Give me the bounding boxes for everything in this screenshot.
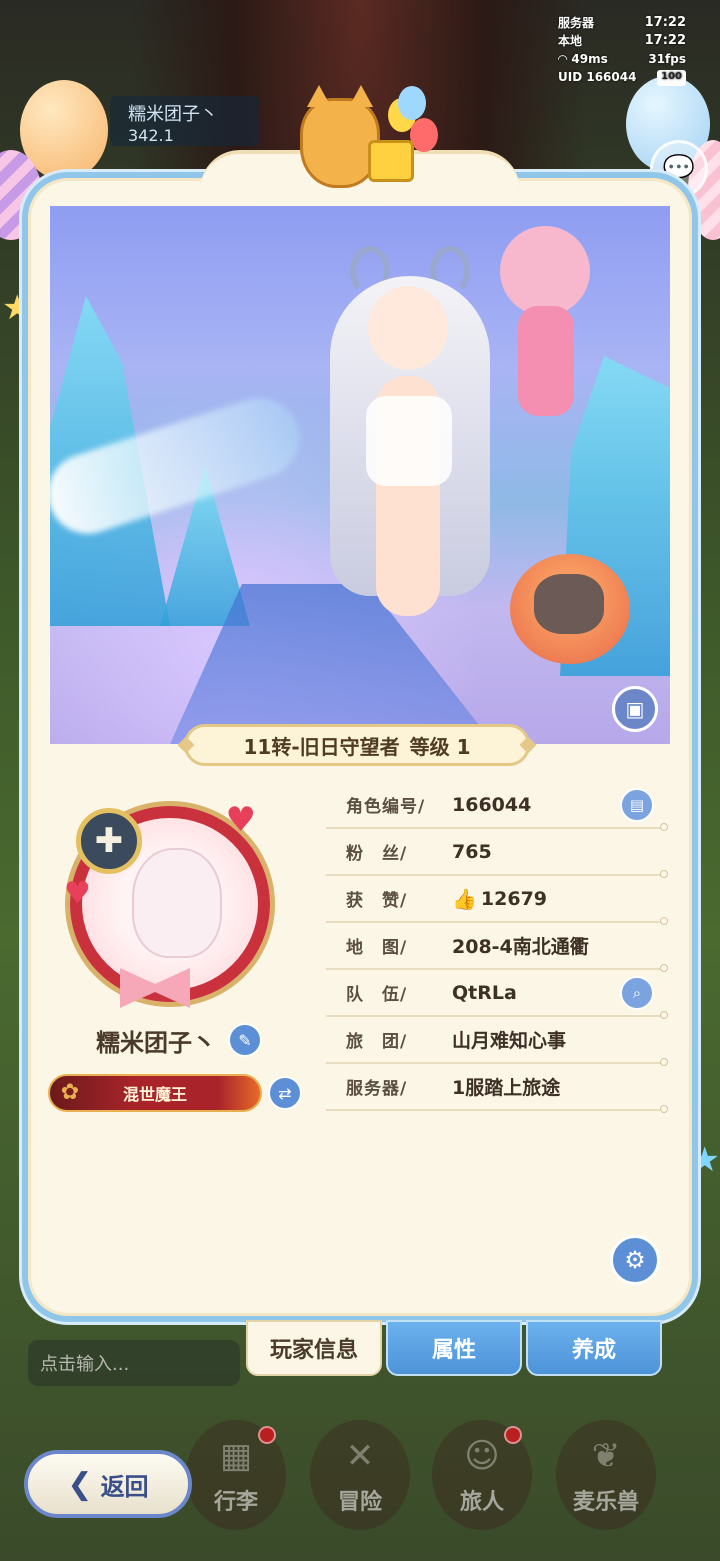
player-info-list: 角色编号/ 166044 ▤ 粉 丝/ 765 获 赞/ 👍 12679 地 图/… bbox=[326, 782, 668, 1113]
copy-icon: ▤ bbox=[629, 796, 645, 814]
heart-icon: ♥ bbox=[225, 800, 256, 840]
pencil-icon: ✎ bbox=[238, 1030, 252, 1050]
nav-item-pets[interactable]: ❦ 麦乐兽 bbox=[556, 1420, 656, 1530]
server-time: 17:22 bbox=[644, 15, 686, 30]
traveler-icon: ☺ bbox=[464, 1436, 500, 1476]
chat-input[interactable]: 点击输入... bbox=[28, 1340, 240, 1386]
mascot-decoration bbox=[270, 78, 440, 198]
info-row-team: 队 伍/ QtRLa ⌕ bbox=[326, 970, 668, 1019]
pet-character bbox=[510, 544, 630, 664]
main-character bbox=[310, 246, 510, 686]
image-swap-icon: ▣ bbox=[625, 697, 645, 721]
notification-dot bbox=[258, 1426, 276, 1444]
info-row-map: 地 图/ 208-4南北通衢 bbox=[326, 923, 668, 972]
avatar[interactable]: ✚ ♥ ♥ bbox=[62, 798, 282, 1008]
back-arrow-icon: ❮ bbox=[67, 1466, 93, 1502]
uid: UID 166044 bbox=[558, 70, 637, 84]
class-level-ribbon: 11转-旧日守望者 等级 1 bbox=[184, 724, 530, 766]
edit-name-button[interactable]: ✎ bbox=[228, 1023, 262, 1057]
info-row-fans: 粉 丝/ 765 bbox=[326, 829, 668, 878]
lotus-emblem-icon: ✿ bbox=[60, 1080, 80, 1105]
status-overlay: 服务器 17:22 本地 17:22 ◠ 49ms 31fps UID 1660… bbox=[558, 14, 686, 86]
gear-icon: ⚙ bbox=[624, 1246, 646, 1274]
view-team-button[interactable]: ⌕ bbox=[620, 976, 654, 1010]
info-row-character-id: 角色编号/ 166044 ▤ bbox=[326, 782, 668, 831]
tab-player-info[interactable]: 玩家信息 bbox=[246, 1320, 382, 1376]
background-name: 糯米团子丶 bbox=[128, 104, 218, 125]
fps: 31fps bbox=[648, 52, 686, 66]
local-time-label: 本地 bbox=[558, 34, 583, 48]
heart-icon: ♥ bbox=[64, 876, 91, 911]
notification-dot bbox=[504, 1426, 522, 1444]
back-button[interactable]: ❮ 返回 bbox=[24, 1450, 192, 1518]
info-row-server: 服务器/ 1服踏上旅途 bbox=[326, 1064, 668, 1113]
wifi-icon: ◠ bbox=[558, 52, 568, 66]
background-score: 342.1 bbox=[128, 126, 174, 145]
player-name: 糯米团子丶 bbox=[96, 1028, 216, 1057]
panel-tabs: 玩家信息 属性 养成 bbox=[246, 1320, 662, 1378]
thumbs-up-icon[interactable]: 👍 bbox=[452, 887, 477, 911]
change-background-button[interactable]: ▣ bbox=[612, 686, 658, 732]
swap-arrows-icon: ⇄ bbox=[278, 1083, 292, 1103]
companion-character bbox=[490, 226, 600, 426]
tab-cultivation[interactable]: 养成 bbox=[526, 1320, 662, 1376]
nav-item-luggage[interactable]: ▦ 行李 bbox=[186, 1420, 286, 1530]
local-time: 17:22 bbox=[644, 33, 686, 48]
swords-icon: ✕ bbox=[345, 1436, 375, 1476]
battery-indicator: 100 bbox=[657, 70, 686, 86]
title-badge[interactable]: ✿ 混世魔王 bbox=[48, 1074, 262, 1112]
info-row-likes: 获 赞/ 👍 12679 bbox=[326, 876, 668, 925]
level-label: 等级 1 bbox=[409, 734, 471, 759]
class-title: 11转-旧日守望者 bbox=[243, 734, 400, 759]
title-badge-label: 混世魔王 bbox=[122, 1085, 187, 1104]
pet-icon: ❦ bbox=[591, 1436, 621, 1476]
info-row-guild: 旅 团/ 山月难知心事 bbox=[326, 1017, 668, 1066]
player-name-row: 糯米团子丶 ✎ bbox=[96, 1020, 262, 1060]
rank-emblem-icon: ✚ bbox=[76, 808, 142, 874]
copy-id-button[interactable]: ▤ bbox=[620, 788, 654, 822]
nav-item-adventure[interactable]: ✕ 冒险 bbox=[310, 1420, 410, 1530]
switch-title-button[interactable]: ⇄ bbox=[268, 1076, 302, 1110]
ping: 49ms bbox=[571, 52, 608, 66]
bag-icon: ▦ bbox=[219, 1436, 253, 1476]
server-time-label: 服务器 bbox=[558, 16, 595, 30]
nav-item-traveler[interactable]: ☺ 旅人 bbox=[432, 1420, 532, 1530]
search-icon: ⌕ bbox=[632, 984, 642, 1002]
tab-attributes[interactable]: 属性 bbox=[386, 1320, 522, 1376]
background-player-nameplate: 糯米团子丶 342.1 bbox=[110, 96, 260, 146]
character-showcase-artwork: ▣ bbox=[50, 206, 670, 744]
settings-button[interactable]: ⚙ bbox=[610, 1235, 660, 1285]
